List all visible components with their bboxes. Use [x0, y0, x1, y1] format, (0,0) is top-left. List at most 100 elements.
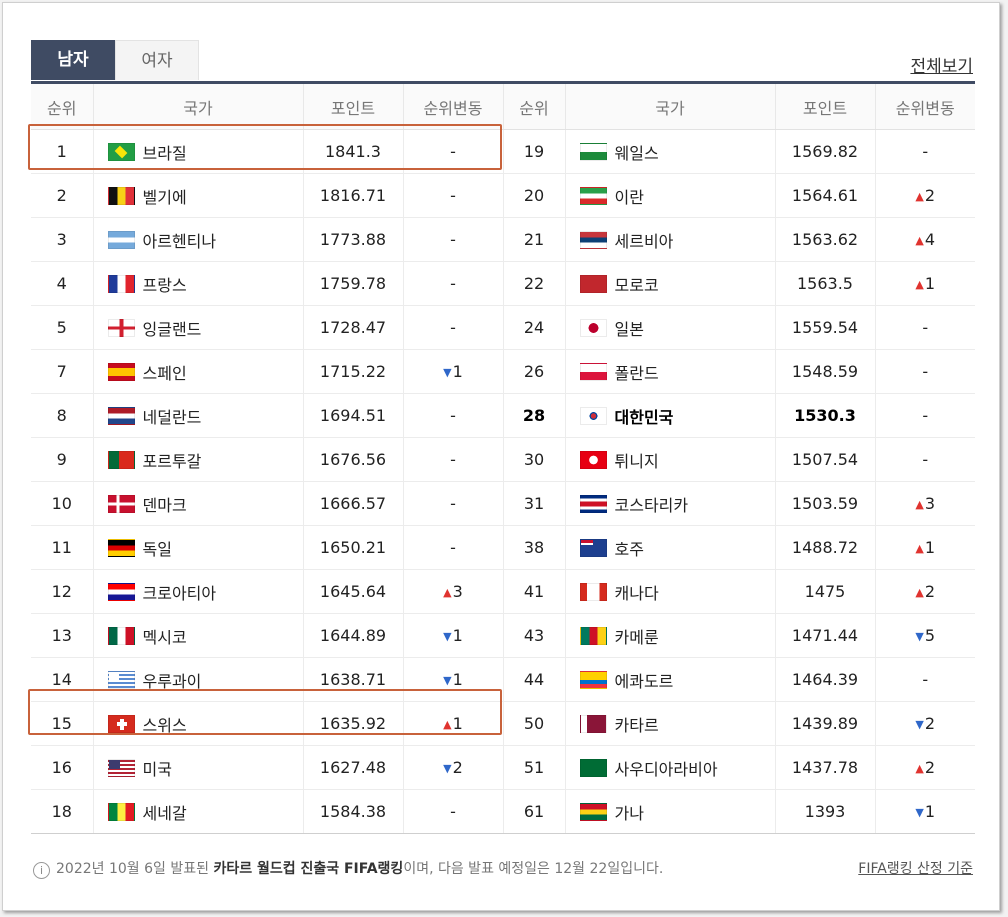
nation-name[interactable]: 이란: [615, 188, 644, 207]
change-cell: ▲2: [874, 173, 975, 218]
nation-name[interactable]: 사우디아라비아: [615, 760, 718, 779]
nation-cell: 크로아티아: [92, 569, 303, 614]
change-cell: -: [402, 393, 503, 438]
view-all-link[interactable]: 전체보기: [910, 52, 973, 77]
arrow-up-icon: ▲: [915, 190, 924, 203]
nation-name[interactable]: 모로코: [615, 276, 659, 295]
nation-name[interactable]: 스페인: [143, 364, 187, 383]
tab-men[interactable]: 남자: [31, 40, 115, 80]
nation-name[interactable]: 폴란드: [615, 364, 659, 383]
arrow-up-icon: ▲: [915, 234, 924, 247]
nation-cell: 스위스: [92, 701, 303, 746]
rank-cell: 38: [502, 525, 565, 570]
nation-name[interactable]: 독일: [143, 540, 172, 559]
change-cell: ▲1: [402, 701, 503, 746]
nation-name[interactable]: 네덜란드: [143, 408, 202, 427]
arrow-down-icon: ▼: [915, 718, 924, 731]
points-cell: 1439.89: [774, 701, 875, 746]
rank-cell: 30: [502, 437, 565, 482]
nation-name[interactable]: 코스타리카: [615, 496, 689, 515]
change-cell: -: [874, 349, 975, 394]
arrow-down-icon: ▼: [443, 630, 452, 643]
change-cell: -: [874, 305, 975, 350]
table-row: 7 스페인 1715.22 ▼1 26 폴란드 1548.59-: [31, 349, 975, 394]
points-cell: 1584.38: [302, 789, 403, 834]
table-row: 2 벨기에 1816.71-20 이란 1564.61 ▲2: [31, 173, 975, 218]
rank-cell: 7: [31, 349, 93, 394]
nation-name[interactable]: 우루과이: [143, 672, 202, 691]
nation-name[interactable]: 튀니지: [615, 452, 659, 471]
nation-name[interactable]: 잉글랜드: [143, 320, 202, 339]
change-cell: ▼2: [874, 701, 975, 746]
nation-name[interactable]: 카타르: [615, 716, 659, 735]
nation-name[interactable]: 아르헨티나: [143, 232, 217, 251]
nation-name[interactable]: 세르비아: [615, 232, 674, 251]
nation-name[interactable]: 대한민국: [615, 408, 674, 427]
ranking-panel: 남자 여자 전체보기 순위 국가 포인트 순위변동 순위 국가 포인트 순위변동…: [2, 2, 1000, 911]
rank-cell: 15: [31, 701, 93, 746]
nation-name[interactable]: 프랑스: [143, 276, 187, 295]
header-nation: 국가: [92, 84, 303, 130]
nation-name[interactable]: 미국: [143, 760, 172, 779]
nation-cell: 덴마크: [92, 481, 303, 526]
nation-name[interactable]: 스위스: [143, 716, 187, 735]
points-cell: 1548.59: [774, 349, 875, 394]
flag-qatar-icon: [579, 714, 607, 733]
nation-name[interactable]: 카메룬: [615, 628, 659, 647]
header-points: 포인트: [774, 84, 875, 130]
table-row: 16 미국 1627.48 ▼2 51 사우디아라비아 1437.78 ▲2: [31, 745, 975, 790]
flag-saudi-icon: [579, 758, 607, 777]
change-cell: -: [402, 789, 503, 834]
points-cell: 1694.51: [302, 393, 403, 438]
rank-cell: 24: [502, 305, 565, 350]
rank-cell: 41: [502, 569, 565, 614]
nation-name[interactable]: 웨일스: [615, 144, 659, 163]
rank-cell: 13: [31, 613, 93, 658]
points-cell: 1503.59: [774, 481, 875, 526]
tab-women[interactable]: 여자: [115, 40, 199, 80]
points-cell: 1773.88: [302, 217, 403, 262]
change-cell: -: [402, 481, 503, 526]
change-cell: -: [874, 657, 975, 702]
nation-name[interactable]: 덴마크: [143, 496, 187, 515]
arrow-down-icon: ▼: [915, 630, 924, 643]
rank-cell: 26: [502, 349, 565, 394]
flag-poland-icon: [579, 362, 607, 381]
nation-name[interactable]: 벨기에: [143, 188, 187, 207]
nation-name[interactable]: 가나: [615, 804, 644, 823]
change-cell: ▲3: [874, 481, 975, 526]
nation-cell: 벨기에: [92, 173, 303, 218]
flag-argentina-icon: [107, 230, 135, 249]
ranking-criteria-link[interactable]: FIFA랭킹 산정 기준: [858, 858, 973, 878]
nation-cell: 독일: [92, 525, 303, 570]
change-cell: ▼5: [874, 613, 975, 658]
header-change: 순위변동: [874, 84, 975, 130]
flag-tunisia-icon: [579, 450, 607, 469]
nation-cell: 잉글랜드: [92, 305, 303, 350]
change-cell: ▲2: [874, 745, 975, 790]
flag-iran-icon: [579, 186, 607, 205]
nation-name[interactable]: 에콰도르: [615, 672, 674, 691]
ranking-table: 순위 국가 포인트 순위변동 순위 국가 포인트 순위변동 1 브라질 1841.3…: [31, 84, 975, 834]
nation-name[interactable]: 세네갈: [143, 804, 187, 823]
nation-cell: 대한민국: [564, 393, 775, 438]
nation-cell: 미국: [92, 745, 303, 790]
nation-name[interactable]: 캐나다: [615, 584, 659, 603]
nation-cell: 모로코: [564, 261, 775, 306]
flag-brazil-icon: [107, 142, 135, 161]
change-cell: -: [402, 305, 503, 350]
nation-name[interactable]: 브라질: [143, 144, 187, 163]
nation-name[interactable]: 호주: [615, 540, 644, 559]
table-header-row: 순위 국가 포인트 순위변동 순위 국가 포인트 순위변동: [31, 84, 975, 130]
nation-name[interactable]: 포르투갈: [143, 452, 202, 471]
nation-name[interactable]: 일본: [615, 320, 644, 339]
flag-senegal-icon: [107, 802, 135, 821]
arrow-down-icon: ▼: [915, 806, 924, 819]
nation-name[interactable]: 크로아티아: [143, 584, 217, 603]
table-row: 9 포르투갈 1676.56-30 튀니지 1507.54-: [31, 437, 975, 482]
nation-cell: 에콰도르: [564, 657, 775, 702]
points-cell: 1437.78: [774, 745, 875, 790]
rank-cell: 3: [31, 217, 93, 262]
change-cell: ▲2: [874, 569, 975, 614]
nation-name[interactable]: 멕시코: [143, 628, 187, 647]
